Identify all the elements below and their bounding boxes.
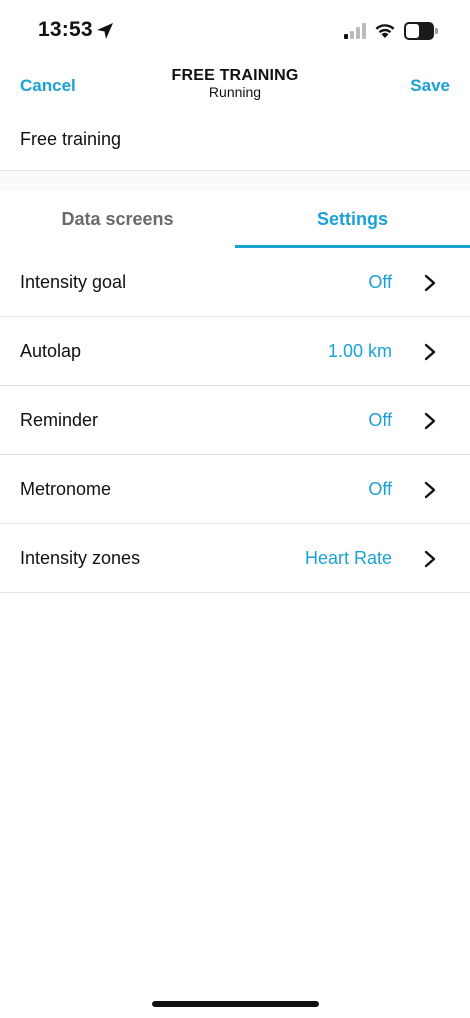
setting-value: Off	[368, 479, 392, 499]
chevron-right-icon	[424, 274, 436, 292]
status-bar: 13:53 50	[0, 0, 470, 60]
chevron-right-icon	[424, 343, 436, 361]
setting-label: Metronome	[20, 479, 112, 499]
battery-icon: 50	[404, 22, 438, 40]
page-subtitle: Running	[208, 84, 262, 100]
setting-row-metronome[interactable]: Metronome Off	[0, 455, 470, 524]
wifi-icon	[375, 24, 395, 38]
setting-label: Autolap	[20, 341, 82, 361]
setting-row-autolap[interactable]: Autolap 1.00 km	[0, 317, 470, 386]
workout-name: Free training	[20, 129, 122, 149]
setting-label: Intensity zones	[20, 548, 141, 568]
workout-name-row[interactable]: Free training	[0, 110, 470, 171]
cellular-signal-icon	[344, 23, 366, 39]
settings-list: Intensity goal Off Autolap 1.00 km Remin…	[0, 248, 470, 593]
tab-settings[interactable]: Settings	[235, 191, 470, 248]
status-time: 13:53	[38, 18, 93, 41]
setting-row-intensity-goal[interactable]: Intensity goal Off	[0, 248, 470, 317]
location-arrow-icon	[97, 23, 113, 39]
setting-label: Reminder	[20, 410, 99, 430]
nav-bar: Cancel FREE TRAINING Running Save	[0, 60, 470, 110]
setting-value: 1.00 km	[327, 341, 392, 361]
section-spacer	[0, 171, 470, 191]
setting-row-intensity-zones[interactable]: Intensity zones Heart Rate	[0, 524, 470, 593]
save-button[interactable]: Save	[410, 76, 450, 96]
chevron-right-icon	[424, 550, 436, 568]
setting-label: Intensity goal	[20, 272, 127, 292]
home-indicator[interactable]	[152, 1001, 319, 1007]
battery-cap	[435, 28, 438, 34]
chevron-right-icon	[424, 481, 436, 499]
setting-value: Off	[368, 410, 392, 430]
tab-data-screens[interactable]: Data screens	[0, 191, 235, 248]
setting-row-reminder[interactable]: Reminder Off	[0, 386, 470, 455]
setting-value: Heart Rate	[304, 548, 392, 568]
page-title: FREE TRAINING	[171, 67, 299, 84]
setting-value: Off	[368, 272, 392, 292]
tab-bar: Data screens Settings	[0, 191, 470, 248]
battery-percentage: 50	[411, 23, 427, 39]
chevron-right-icon	[424, 412, 436, 430]
